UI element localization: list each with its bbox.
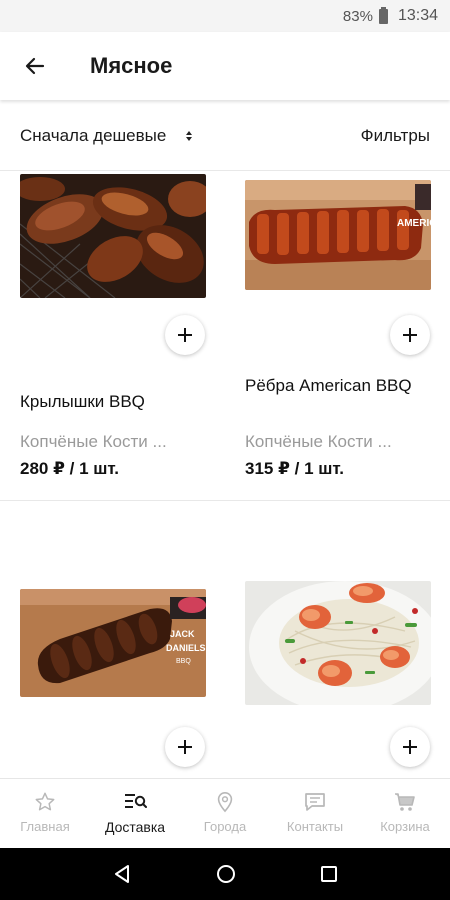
add-to-cart-button[interactable] <box>390 727 430 767</box>
status-bar: 83% 13:34 <box>0 0 450 32</box>
page-title: Мясное <box>90 53 173 78</box>
product-name: Рёбра American BBQ <box>245 376 412 395</box>
system-navigation-bar <box>0 848 450 900</box>
clock: 13:34 <box>397 7 438 24</box>
product-description: Копчёные Кости ... <box>20 432 167 451</box>
sort-label: Сначала дешевые <box>20 125 167 145</box>
jack-label-line3: BBQ <box>176 658 191 665</box>
product-name: Крылышки BBQ <box>20 392 145 411</box>
location-pin-icon <box>217 792 233 813</box>
nav-item-cities[interactable]: Города <box>180 779 270 848</box>
nav-item-delivery[interactable]: Доставка <box>90 779 180 848</box>
product-grid: Крылышки BBQ Копчёные Кости ... 280 ₽ / … <box>0 172 450 778</box>
chat-icon <box>305 793 325 811</box>
product-image: JACK DANIELS BBQ <box>20 589 206 697</box>
add-to-cart-button[interactable] <box>165 315 205 355</box>
battery-percentage: 83% <box>342 7 373 25</box>
back-button[interactable] <box>0 32 70 100</box>
product-card[interactable]: JACK DANIELS BBQ <box>0 501 225 778</box>
filters-button[interactable]: Фильтры <box>361 126 430 146</box>
sort-filter-bar: Сначала дешевые Фильтры <box>0 101 450 171</box>
nav-label: Корзина <box>380 819 430 834</box>
product-image: AMERICAN BBQ <box>245 180 431 290</box>
plus-icon <box>178 740 192 754</box>
add-to-cart-button[interactable] <box>390 315 430 355</box>
nav-item-home[interactable]: Главная <box>0 779 90 848</box>
jack-label-line1: JACK <box>170 629 195 639</box>
nav-label: Доставка <box>104 819 166 835</box>
product-card[interactable] <box>225 501 450 778</box>
system-home-icon[interactable] <box>215 863 237 885</box>
nav-label: Главная <box>20 819 70 834</box>
system-back-icon[interactable] <box>112 864 132 884</box>
product-image <box>245 581 431 705</box>
nav-item-cart[interactable]: Корзина <box>360 779 450 848</box>
system-recents-icon[interactable] <box>320 865 338 883</box>
product-image <box>20 174 206 298</box>
jack-label-line2: DANIELS <box>166 643 206 653</box>
battery-icon <box>378 6 388 24</box>
nav-label: Города <box>203 819 247 834</box>
arrow-left-icon <box>25 57 45 75</box>
sort-dropdown[interactable]: Сначала дешевые <box>20 125 193 146</box>
sort-arrows-icon <box>186 129 193 143</box>
add-to-cart-button[interactable] <box>165 727 205 767</box>
app-bar: Мясное <box>0 32 450 100</box>
product-card[interactable]: AMERICAN BBQ Рёбра American BBQ Копчёные… <box>225 172 450 500</box>
product-price: 280 ₽ / 1 шт. <box>20 459 119 478</box>
bottom-navigation: Главная Доставка Города Контакты Корзина <box>0 778 450 848</box>
product-description: Копчёные Кости ... <box>245 432 392 451</box>
plus-icon <box>403 328 417 342</box>
menu-search-icon <box>125 794 147 808</box>
product-card[interactable]: Крылышки BBQ Копчёные Кости ... 280 ₽ / … <box>0 172 225 500</box>
nav-label: Контакты <box>286 819 344 834</box>
plus-icon <box>403 740 417 754</box>
nav-item-contacts[interactable]: Контакты <box>270 779 360 848</box>
cart-icon <box>395 793 415 811</box>
product-price: 315 ₽ / 1 шт. <box>245 459 344 478</box>
plus-icon <box>178 328 192 342</box>
american-label: AMERICAN BBQ <box>397 218 431 229</box>
star-icon <box>35 792 55 811</box>
